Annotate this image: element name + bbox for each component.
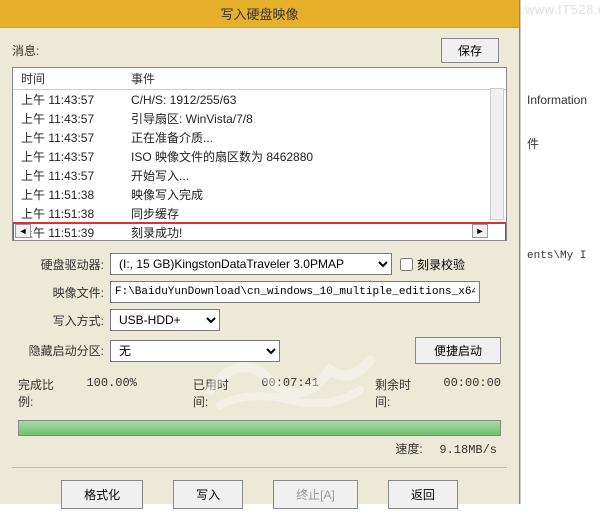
log-row: 上午 11:43:57开始写入...	[13, 166, 506, 185]
label-speed: 速度:	[395, 442, 422, 456]
side-suffix-text: 件	[521, 131, 600, 156]
message-label: 消息:	[12, 42, 39, 59]
col-time[interactable]: 时间	[13, 68, 123, 90]
format-button[interactable]: 格式化	[61, 480, 143, 509]
scroll-left-icon[interactable]: ◄	[15, 224, 31, 238]
elapsed-value: 00:07:41	[261, 376, 319, 410]
label-elapsed: 已用时间:	[193, 376, 235, 410]
label-hidden-partition: 隐藏启动分区:	[18, 342, 110, 359]
label-remain: 剩余时间:	[375, 376, 417, 410]
abort-button[interactable]: 终止[A]	[273, 480, 358, 509]
vertical-scrollbar[interactable]	[490, 88, 504, 220]
dialog-title: 写入硬盘映像	[0, 0, 519, 28]
label-drive: 硬盘驱动器:	[18, 256, 110, 273]
hidden-partition-select[interactable]: 无	[110, 340, 280, 362]
log-row: 上午 11:43:57引导扇区: WinVista/7/8	[13, 109, 506, 128]
log-row: 上午 11:51:39刻录成功!	[13, 223, 506, 241]
done-value: 100.00%	[86, 376, 136, 410]
drive-select[interactable]: (I:, 15 GB)KingstonDataTraveler 3.0PMAP	[110, 253, 392, 275]
log-row: 上午 11:43:57正在准备介质...	[13, 128, 506, 147]
verify-checkbox-input[interactable]	[400, 258, 413, 271]
write-mode-select[interactable]: USB-HDD+	[110, 309, 220, 331]
log-row: 上午 11:51:38同步缓存	[13, 204, 506, 223]
write-disk-image-dialog: 写入硬盘映像 消息: 保存 时间 事件 上午 11:43:57C/H/S: 19…	[0, 0, 520, 504]
side-path-text: ents\My I	[521, 246, 600, 266]
scroll-right-icon[interactable]: ►	[472, 224, 488, 238]
speed-value: 9.18MB/s	[439, 443, 497, 457]
label-done: 完成比例:	[18, 376, 60, 410]
progress-bar	[18, 420, 501, 436]
image-file-field[interactable]	[110, 281, 480, 303]
side-info-text: Information	[521, 89, 600, 111]
watermark-text: www.IT528.com	[521, 0, 600, 19]
back-button[interactable]: 返回	[388, 480, 458, 509]
log-row: 上午 11:43:57C/H/S: 1912/255/63	[13, 90, 506, 110]
write-button[interactable]: 写入	[173, 480, 243, 509]
verify-checkbox[interactable]: 刻录校验	[400, 256, 465, 273]
easy-boot-button[interactable]: 便捷启动	[415, 337, 501, 364]
log-area: 时间 事件 上午 11:43:57C/H/S: 1912/255/63 上午 1…	[12, 67, 507, 241]
col-event[interactable]: 事件	[123, 68, 506, 90]
label-write-mode: 写入方式:	[18, 312, 110, 329]
remain-value: 00:00:00	[443, 376, 501, 410]
log-row: 上午 11:43:57ISO 映像文件的扇区数为 8462880	[13, 147, 506, 166]
label-image: 映像文件:	[18, 284, 110, 301]
log-row: 上午 11:51:38映像写入完成	[13, 185, 506, 204]
save-button[interactable]: 保存	[441, 38, 499, 63]
